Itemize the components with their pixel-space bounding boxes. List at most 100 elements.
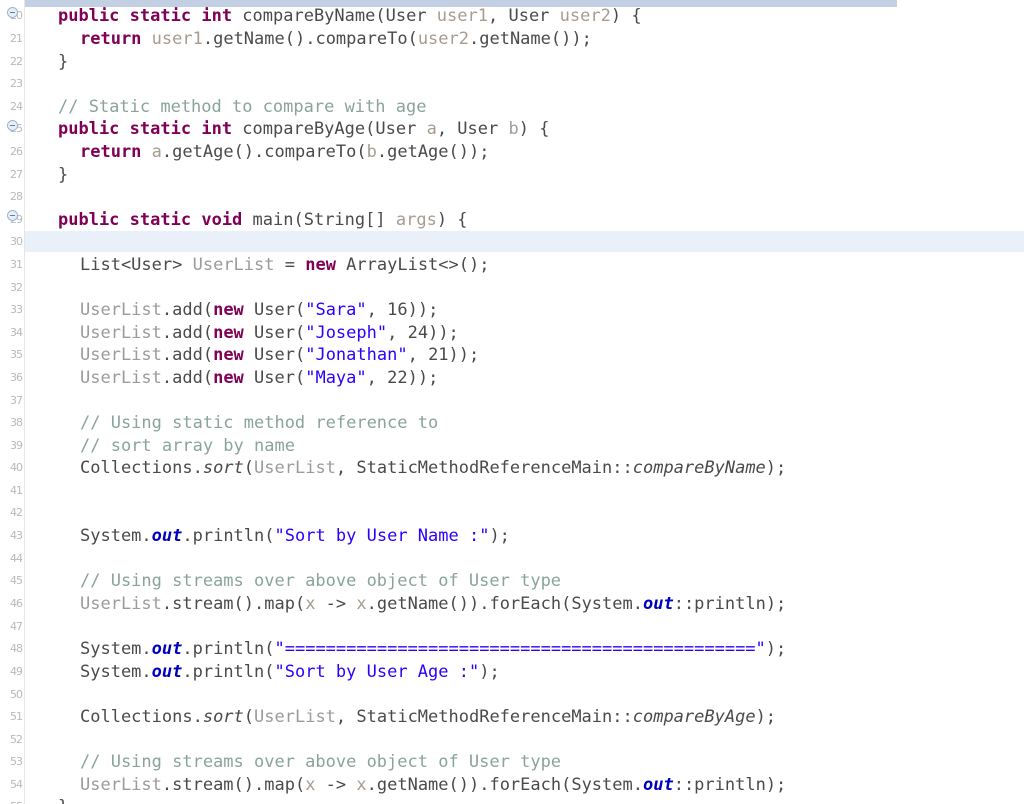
code-token-kw: return (80, 29, 142, 49)
code-line[interactable]: // Static method to compare with age (24, 96, 426, 119)
code-token-var: UserList (192, 255, 275, 275)
code-token-prm: x (305, 775, 316, 795)
code-token-kw: new (213, 345, 244, 365)
code-token-kw: public (58, 6, 120, 26)
code-token-var: UserList (254, 707, 336, 727)
code-token-var: UserList (80, 775, 162, 795)
gutter-line-number: 26 (10, 145, 23, 158)
code-line[interactable]: UserList.add(new User("Jonathan", 21)); (24, 344, 479, 367)
code-line[interactable]: System.out.println("Sort by User Age :")… (24, 661, 500, 684)
gutter-line-number: 24 (10, 100, 23, 113)
code-token-prm: user2 (417, 29, 469, 49)
gutter-line-number: 31 (10, 258, 23, 271)
fold-collapse-icon[interactable] (7, 120, 18, 131)
code-editor[interactable]: 2021222324252627282930313233343536373839… (0, 0, 1024, 804)
code-token-num: 24 (407, 323, 429, 343)
code-line[interactable]: // Using static method reference to (24, 412, 438, 435)
gutter-line-number: 55 (0, 796, 24, 804)
code-token-id: ); (765, 458, 787, 478)
code-line[interactable]: } (24, 796, 68, 804)
code-line[interactable]: UserList.stream().map(x -> x.getName()).… (24, 593, 786, 616)
code-token-id: .stream().map( (161, 594, 306, 614)
code-token-id: , (487, 6, 509, 26)
code-token-id: )); (407, 368, 439, 388)
gutter-line-number: 43 (10, 529, 23, 542)
gutter-line-number: 53 (10, 755, 23, 768)
code-token-id: User( (243, 368, 306, 388)
code-token-kw: int (201, 6, 233, 26)
gutter-line-number: 50 (10, 688, 23, 701)
code-token-id: ) { (518, 119, 550, 139)
code-token-prm: x (305, 594, 316, 614)
gutter-line-number: 33 (10, 303, 23, 316)
code-token-fld: out (151, 526, 183, 546)
code-line[interactable]: // Using streams over above object of Us… (24, 751, 561, 774)
gutter-line-number: 54 (10, 778, 23, 791)
code-token-kw: static (129, 210, 192, 230)
code-line[interactable]: public static void main(String[] args) { (24, 209, 468, 232)
code-line[interactable]: return user1.getName().compareTo(user2.g… (24, 28, 592, 51)
code-token-id (119, 210, 129, 230)
code-token-smeth: compareByName (632, 458, 766, 478)
code-token-id: Collections. (80, 707, 203, 727)
fold-collapse-icon[interactable] (7, 210, 18, 221)
code-token-fld: out (151, 639, 183, 659)
gutter-line-number: 44 (10, 552, 23, 565)
code-token-fld: out (151, 662, 183, 682)
gutter-line-number: 41 (10, 484, 23, 497)
code-token-str: "Sara" (305, 300, 367, 320)
code-token-id: , (436, 119, 458, 139)
gutter-line-number: 52 (10, 733, 23, 746)
code-token-id: ::println); (673, 594, 787, 614)
code-line[interactable]: Collections.sort(UserList, StaticMethodR… (24, 457, 786, 480)
code-token-prm: b (366, 142, 377, 162)
code-line[interactable]: System.out.println("Sort by User Name :"… (24, 525, 510, 548)
code-token-id: User( (243, 345, 306, 365)
code-line[interactable]: public static int compareByName(User use… (24, 5, 642, 28)
code-token-prm: a (151, 142, 162, 162)
code-line[interactable]: UserList.add(new User("Joseph", 24)); (24, 322, 459, 345)
gutter-line-number: 27 (10, 168, 23, 181)
code-token-type: User (508, 6, 550, 26)
code-token-id: .getName(). (202, 29, 316, 49)
code-line[interactable]: UserList.add(new User("Maya", 22)); (24, 367, 438, 390)
code-line[interactable]: // sort array by name (24, 435, 295, 458)
code-token-id: [] (365, 210, 396, 230)
gutter-line-number: 39 (10, 439, 23, 452)
code-token-id: ::println); (673, 775, 787, 795)
code-token-id: .getAge()); (376, 142, 490, 162)
code-line[interactable]: Collections.sort(UserList, StaticMethodR… (24, 706, 776, 729)
editor-gutter[interactable]: 2021222324252627282930313233343536373839… (0, 0, 25, 804)
code-surface[interactable]: public static int compareByName(User use… (24, 0, 1024, 804)
gutter-line-number: 34 (10, 326, 23, 339)
gutter-line-number: 42 (10, 506, 23, 519)
code-token-prm: b (508, 119, 519, 139)
code-line[interactable]: UserList.stream().map(x -> x.getName()).… (24, 774, 786, 797)
code-line[interactable]: } (24, 164, 68, 187)
code-line[interactable]: return a.getAge().compareTo(b.getAge()); (24, 141, 489, 164)
code-token-var: UserList (80, 368, 162, 388)
code-token-id: .getName()); (469, 29, 592, 49)
code-token-var: UserList (80, 594, 162, 614)
code-line[interactable]: public static int compareByAge(User a, U… (24, 118, 549, 141)
code-token-id: -> (315, 775, 357, 795)
code-line[interactable]: System.out.println("====================… (24, 638, 786, 661)
code-token-id: .getAge().compareTo( (161, 142, 367, 162)
code-token-id: .getName()).forEach(System. (366, 775, 643, 795)
code-token-str: "=======================================… (274, 639, 766, 659)
code-line[interactable]: List<User> UserList = new ArrayList<>(); (24, 254, 489, 277)
code-token-cmt: // Static method to compare with age (58, 97, 427, 117)
code-line[interactable]: // Using streams over above object of Us… (24, 570, 561, 593)
code-token-id (119, 119, 129, 139)
code-token-id: , (407, 345, 429, 365)
code-token-kw: void (201, 210, 243, 230)
code-token-id: ); (479, 662, 500, 682)
code-token-prm: user1 (151, 29, 203, 49)
code-token-str: "Sort by User Age :" (274, 662, 480, 682)
code-token-num: 16 (387, 300, 408, 320)
code-token-id: ); (765, 639, 787, 659)
code-line[interactable]: } (24, 51, 68, 74)
fold-collapse-icon[interactable] (7, 7, 18, 18)
code-line[interactable]: UserList.add(new User("Sara", 16)); (24, 299, 438, 322)
code-token-id: .getName()).forEach(System. (366, 594, 643, 614)
